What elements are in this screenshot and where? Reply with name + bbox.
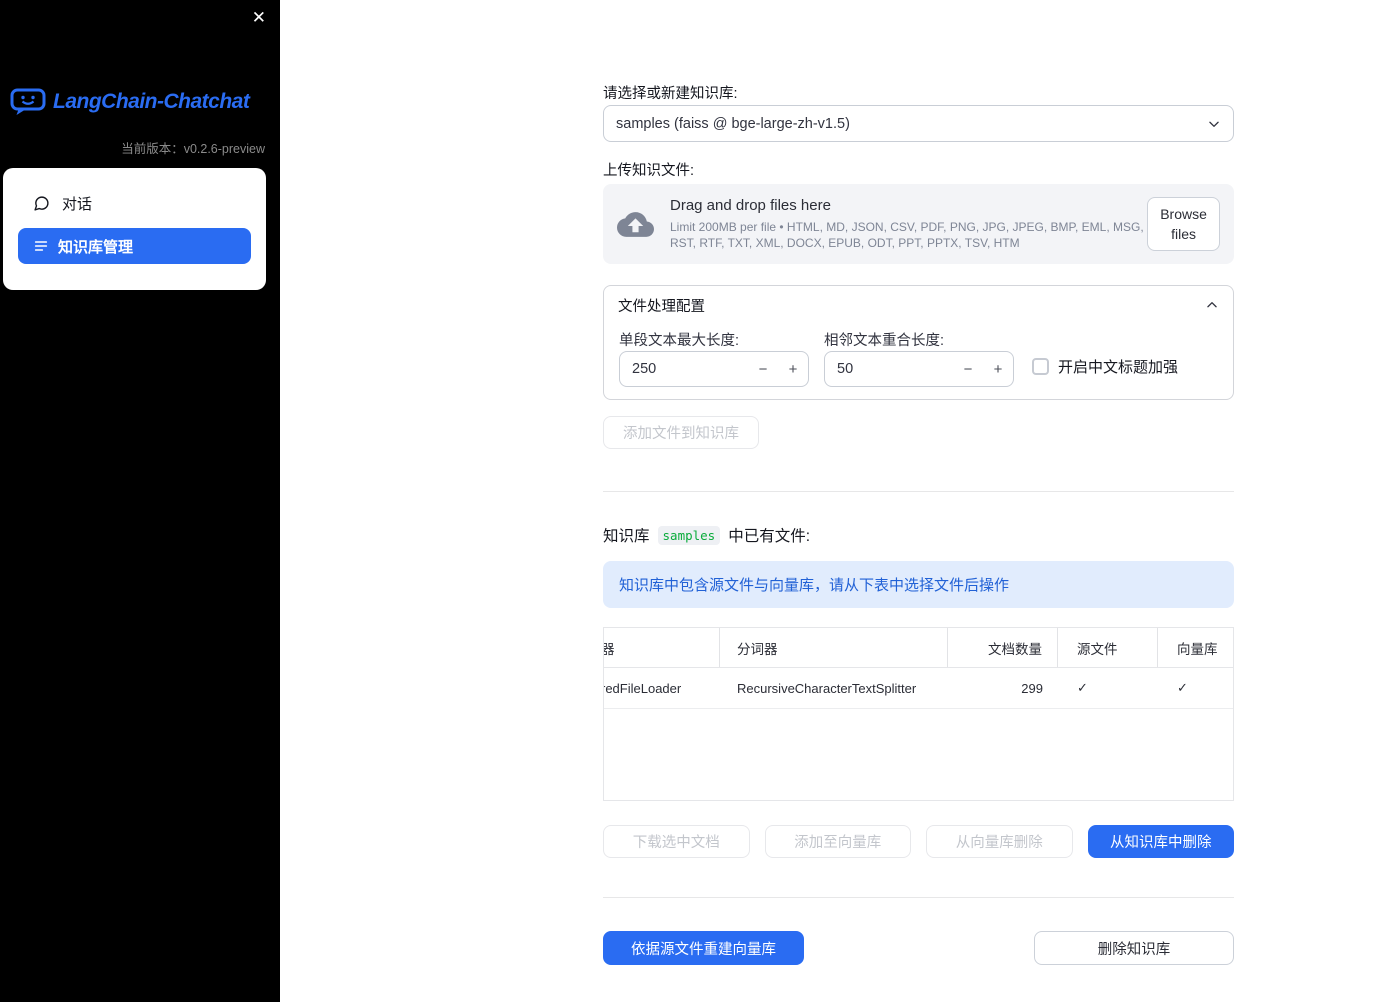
- max-length-label: 单段文本最大长度:: [619, 333, 740, 349]
- sidebar: ✕ LangChain-Chatchat 当前版本：v0.2.6-preview…: [0, 0, 280, 1002]
- plus-icon[interactable]: +: [778, 361, 808, 378]
- col-header-source-file[interactable]: 源文件: [1058, 628, 1158, 667]
- overlap-input[interactable]: 50 − +: [824, 351, 1014, 387]
- files-table[interactable]: 器 分词器 文档数量 源文件 向量库 redFileLoader Recursi…: [603, 627, 1234, 801]
- app-logo: LangChain-Chatchat: [10, 88, 250, 116]
- file-dropzone[interactable]: Drag and drop files here Limit 200MB per…: [603, 184, 1234, 264]
- plus-icon[interactable]: +: [983, 361, 1013, 378]
- remove-from-vector-store-button[interactable]: 从向量库删除: [926, 825, 1073, 858]
- overlap-label: 相邻文本重合长度:: [824, 333, 945, 349]
- minus-icon[interactable]: −: [953, 361, 983, 378]
- chevron-down-icon: [1209, 121, 1219, 127]
- max-length-input[interactable]: 250 − +: [619, 351, 809, 387]
- cell-doc-count: 299: [1021, 680, 1043, 696]
- delete-kb-button[interactable]: 删除知识库: [1034, 931, 1234, 965]
- logo-text: LangChain-Chatchat: [53, 90, 250, 113]
- logo-chat-bubble-icon: [10, 88, 46, 115]
- overlap-value[interactable]: 50: [825, 361, 953, 377]
- main-content: 请选择或新建知识库: samples (faiss @ bge-large-zh…: [603, 0, 1234, 1002]
- table-row[interactable]: redFileLoader RecursiveCharacterTextSpli…: [604, 668, 1233, 709]
- list-icon: [34, 241, 48, 251]
- cell-loader: redFileLoader: [604, 668, 720, 708]
- col-header-vector-store[interactable]: 向量库: [1158, 628, 1233, 667]
- heading-prefix: 知识库: [603, 528, 650, 545]
- info-text: 知识库中包含源文件与向量库，请从下表中选择文件后操作: [619, 577, 1010, 594]
- col-header-loader[interactable]: 器: [604, 628, 720, 667]
- cell-loader-text: redFileLoader: [604, 680, 682, 696]
- file-actions-row: 下载选中文档 添加至向量库 从向量库删除 从知识库中删除: [603, 825, 1234, 858]
- existing-files-heading: 知识库 samples 中已有文件:: [603, 524, 810, 546]
- upload-label: 上传知识文件:: [603, 163, 695, 179]
- version-label: 当前版本：v0.2.6-preview: [121, 142, 265, 156]
- cell-splitter: RecursiveCharacterTextSplitter: [737, 680, 917, 696]
- table-header-row: 器 分词器 文档数量 源文件 向量库: [604, 628, 1233, 668]
- chevron-up-icon: [1207, 302, 1217, 308]
- close-icon[interactable]: ✕: [252, 8, 266, 28]
- divider: [603, 897, 1234, 898]
- divider: [603, 491, 1234, 492]
- cloud-upload-icon: [617, 211, 654, 237]
- browse-files-button[interactable]: Browse files: [1147, 196, 1220, 252]
- upload-limit-text: Limit 200MB per file • HTML, MD, JSON, C…: [670, 219, 1144, 250]
- zh-title-enhance-checkbox[interactable]: 开启中文标题加强: [1032, 356, 1178, 377]
- add-to-vector-store-button[interactable]: 添加至向量库: [764, 825, 911, 858]
- checkbox-label: 开启中文标题加强: [1058, 359, 1179, 376]
- col-header-doc-count[interactable]: 文档数量: [948, 628, 1058, 667]
- dropzone-texts: Drag and drop files here Limit 200MB per…: [670, 197, 1147, 251]
- download-selected-button[interactable]: 下载选中文档: [603, 825, 750, 858]
- sidebar-item-chat-label: 对话: [62, 195, 93, 213]
- add-files-to-kb-button[interactable]: 添加文件到知识库: [603, 416, 759, 449]
- max-length-value[interactable]: 250: [620, 361, 748, 377]
- chat-bubble-icon: [34, 195, 49, 211]
- sidebar-nav: 对话 知识库管理: [3, 168, 266, 290]
- col-header-text: 器: [604, 638, 615, 658]
- cell-source-check: ✓: [1077, 680, 1088, 695]
- sidebar-item-knowledge-base[interactable]: 知识库管理: [18, 228, 251, 264]
- cell-vector-check: ✓: [1177, 680, 1188, 695]
- kb-select[interactable]: samples (faiss @ bge-large-zh-v1.5): [603, 105, 1234, 142]
- rebuild-vector-store-button[interactable]: 依据源文件重建向量库: [603, 931, 804, 965]
- minus-icon[interactable]: −: [748, 361, 778, 378]
- heading-suffix: 中已有文件:: [728, 528, 811, 545]
- sidebar-item-chat[interactable]: 对话: [18, 184, 251, 222]
- expander-title: 文件处理配置: [618, 298, 705, 315]
- sidebar-item-kb-label: 知识库管理: [58, 238, 134, 256]
- checkbox-box[interactable]: [1032, 358, 1049, 375]
- kb-select-label: 请选择或新建知识库:: [603, 86, 738, 102]
- col-header-splitter[interactable]: 分词器: [720, 628, 948, 667]
- info-banner: 知识库中包含源文件与向量库，请从下表中选择文件后操作: [603, 561, 1234, 608]
- drag-drop-text: Drag and drop files here: [670, 196, 831, 214]
- kb-name-code: samples: [657, 525, 721, 545]
- file-config-expander: 文件处理配置 单段文本最大长度: 相邻文本重合长度: 250 − + 50 − …: [603, 285, 1234, 400]
- kb-select-value: samples (faiss @ bge-large-zh-v1.5): [616, 115, 850, 132]
- delete-from-kb-button[interactable]: 从知识库中删除: [1087, 825, 1234, 858]
- expander-header[interactable]: 文件处理配置: [604, 286, 1233, 324]
